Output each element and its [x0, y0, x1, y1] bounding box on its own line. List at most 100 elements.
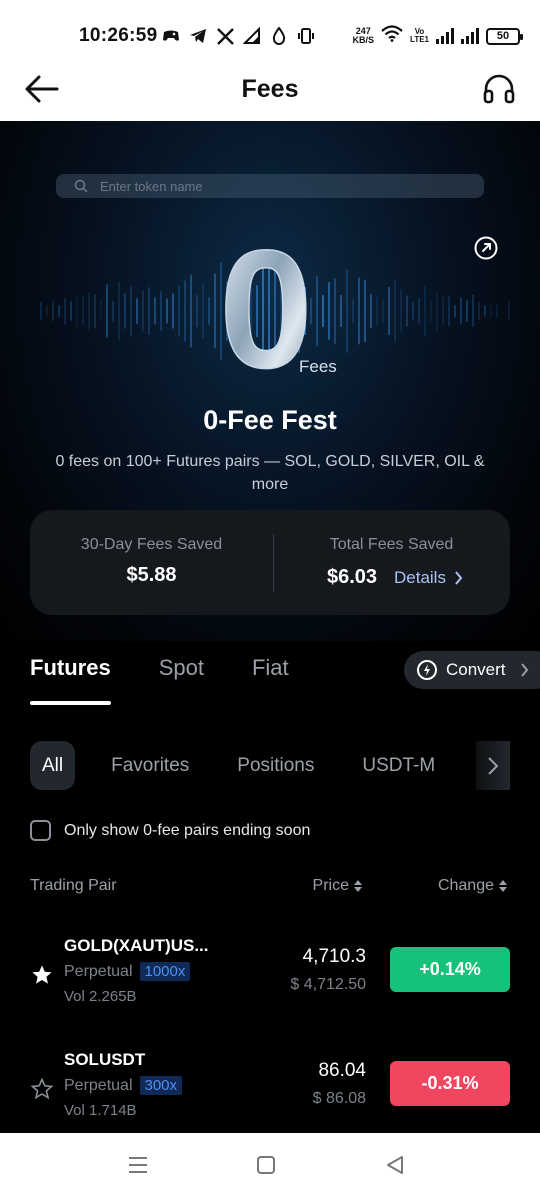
notification-icons [162, 24, 315, 48]
light-bar [418, 297, 420, 325]
last-price: 4,710.3 [302, 946, 366, 967]
token-search-input[interactable] [100, 178, 460, 194]
volte-bottom: LTE1 [410, 35, 429, 44]
star-filled-icon[interactable] [31, 964, 53, 986]
share-icon[interactable] [473, 235, 499, 261]
contract-type-label: Perpetual [64, 1076, 133, 1094]
ending-soon-label: Only show 0-fee pairs ending soon [64, 821, 311, 839]
light-bar [124, 293, 126, 329]
tab-spot[interactable]: Spot [159, 655, 204, 705]
light-bar [376, 296, 378, 326]
light-bar [88, 292, 90, 330]
volte-indicator: Vo LTE1 [410, 28, 429, 44]
table-row[interactable]: SOLUSDT Perpetual 300x Vol 1.714B 86.04 … [30, 1050, 510, 1146]
menu-icon[interactable] [126, 1153, 150, 1177]
light-bar [118, 281, 120, 341]
light-bar [76, 294, 78, 328]
token-search-bar[interactable] [56, 174, 484, 198]
total-saved: Total Fees Saved $6.03 Details [273, 510, 510, 615]
market-tabs: Futures Spot Fiat [30, 655, 289, 705]
light-bar [472, 294, 474, 328]
light-bar [160, 291, 162, 331]
x-icon [216, 27, 234, 45]
fiat-price: $ 86.08 [312, 1090, 366, 1107]
game-controller-icon [162, 27, 180, 45]
tab-futures[interactable]: Futures [30, 655, 111, 705]
chevron-right-icon [520, 663, 528, 677]
light-bar [364, 279, 366, 343]
ending-soon-checkbox[interactable] [30, 820, 51, 841]
headset-icon[interactable] [482, 72, 516, 106]
net-speed: 247 KB/S [353, 27, 375, 45]
thirty-day-value: $5.88 [126, 564, 177, 586]
light-bar [112, 301, 114, 321]
vibrate-icon [297, 27, 315, 45]
light-bar [154, 297, 156, 325]
light-bar [136, 298, 138, 324]
volume: Vol 2.265B [64, 988, 137, 1005]
light-bar [358, 277, 360, 345]
col-trading-pair: Trading Pair [30, 877, 117, 894]
light-bar [190, 274, 192, 348]
light-bar [178, 285, 180, 337]
logo-fees-text: Fees [299, 357, 337, 376]
drop-icon [270, 27, 288, 45]
col-change: Change [437, 877, 494, 894]
ending-soon-filter[interactable]: Only show 0-fee pairs ending soon [30, 820, 310, 841]
total-saved-label: Total Fees Saved [329, 536, 454, 553]
filter-all[interactable]: All [30, 741, 76, 790]
thirty-day-saved: 30-Day Fees Saved $5.88 [30, 510, 273, 615]
light-bar [496, 304, 498, 318]
fee-fest-banner: 0 Fees 0-Fee Fest 0 fees on 100+ Futures… [0, 121, 540, 641]
page-title: Fees [241, 75, 299, 103]
leverage-badge: 300x [139, 1076, 183, 1095]
filter-favorites[interactable]: Favorites [99, 741, 201, 790]
light-bar [448, 295, 450, 327]
light-bar [196, 294, 198, 328]
telegram-icon [189, 27, 207, 45]
tab-fiat[interactable]: Fiat [252, 655, 289, 705]
light-bar [100, 300, 102, 322]
light-bar [352, 299, 354, 323]
col-change-sort[interactable]: Change [438, 877, 508, 895]
battery-level: 50 [496, 30, 510, 42]
light-bar [208, 297, 210, 325]
light-bar [40, 301, 42, 321]
light-bar [106, 284, 108, 338]
light-bar [490, 305, 492, 317]
filter-usdt-m[interactable]: USDT-M [350, 741, 447, 790]
change-badge[interactable]: +0.14% [390, 947, 510, 992]
filter-scroll-right-button[interactable] [476, 741, 510, 790]
light-bar [394, 279, 396, 343]
net-speed-unit: KB/S [352, 35, 375, 45]
light-bar [430, 300, 432, 322]
back-triangle-icon[interactable] [383, 1153, 407, 1177]
wifi-icon [381, 25, 403, 47]
light-bar [406, 295, 408, 327]
system-nav-bar [0, 1133, 540, 1199]
convert-icon [417, 660, 437, 680]
light-bar [454, 304, 456, 318]
filter-chips: All Favorites Positions USDT-M [30, 741, 471, 790]
light-bar [478, 302, 480, 320]
light-bar [442, 296, 444, 326]
details-link[interactable]: Details [394, 568, 463, 588]
table-header: Trading Pair Price Change [30, 877, 510, 901]
table-row[interactable]: GOLD(XAUT)US... Perpetual 1000x Vol 2.26… [30, 936, 510, 1032]
convert-button[interactable]: Convert [404, 651, 540, 689]
filter-positions[interactable]: Positions [225, 741, 326, 790]
light-bar [142, 290, 144, 332]
col-price-sort[interactable]: Price [313, 877, 363, 895]
sort-icon [354, 880, 362, 892]
status-time: 10:26:59 [79, 25, 158, 46]
change-badge[interactable]: -0.31% [390, 1061, 510, 1106]
pair-name: GOLD(XAUT)US... [64, 936, 209, 955]
battery-icon: 50 [486, 27, 523, 45]
leverage-badge: 1000x [139, 962, 191, 981]
light-bar [400, 289, 402, 333]
light-bar [94, 293, 96, 329]
details-label: Details [394, 568, 446, 587]
star-outline-icon[interactable] [31, 1078, 53, 1100]
home-icon[interactable] [254, 1153, 278, 1177]
light-bar [46, 305, 48, 317]
